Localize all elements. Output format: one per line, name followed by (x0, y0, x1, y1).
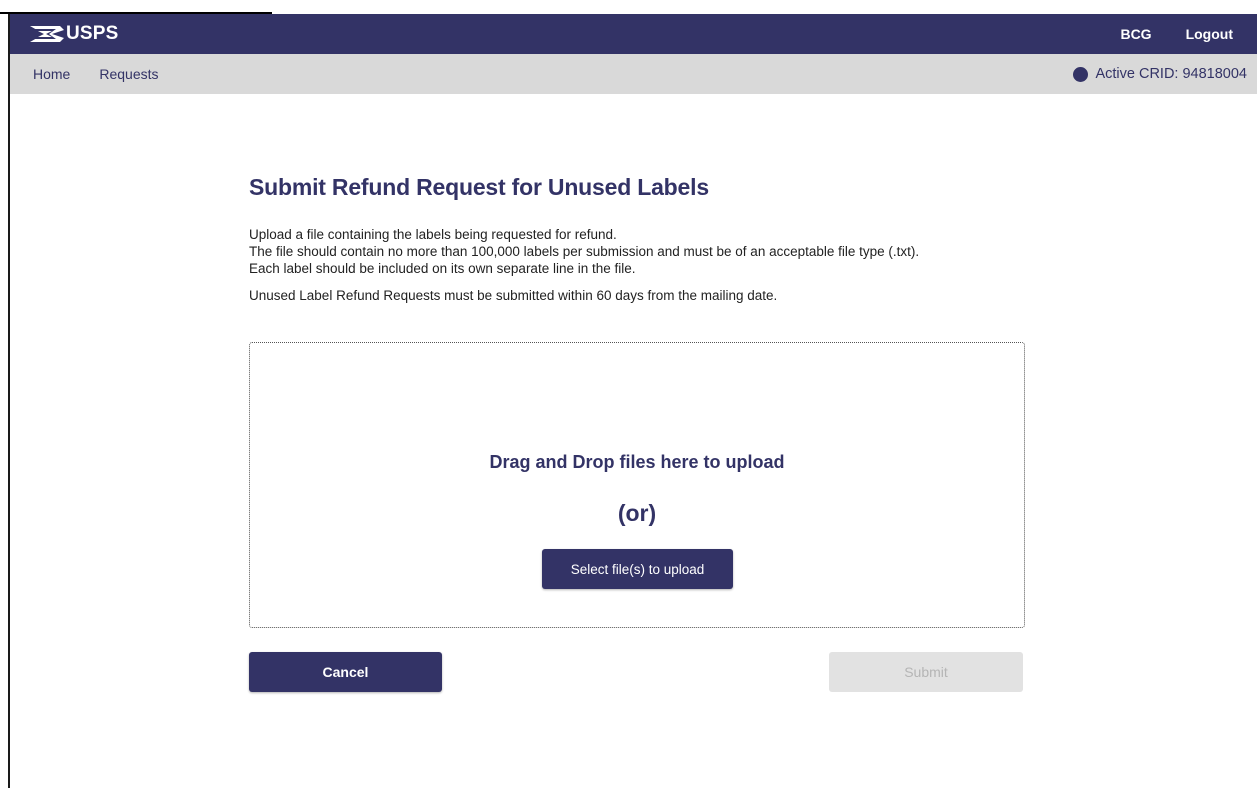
active-crid: Active CRID: 94818004 (1073, 66, 1247, 82)
main-content: Submit Refund Request for Unused Labels … (249, 174, 1029, 692)
instruction-line-1: Upload a file containing the labels bein… (249, 227, 617, 242)
logout-link[interactable]: Logout (1186, 26, 1233, 42)
dropzone-or: (or) (617, 500, 657, 526)
file-dropzone[interactable]: Drag and Drop files here to upload (or) … (249, 342, 1025, 628)
select-files-button[interactable]: Select file(s) to upload (542, 549, 733, 589)
instruction-line-3: Each label should be included on its own… (249, 261, 636, 276)
top-strip (0, 0, 1258, 14)
header-links: BCG Logout (1086, 26, 1233, 42)
submit-button[interactable]: Submit (829, 652, 1023, 692)
account-link[interactable]: BCG (1120, 26, 1151, 42)
instruction-line-2: The file should contain no more than 100… (249, 244, 920, 259)
dropzone-title: Drag and Drop files here to upload (489, 452, 785, 472)
instructions: Upload a file containing the labels bein… (249, 226, 1029, 277)
page-title: Submit Refund Request for Unused Labels (249, 174, 709, 200)
eagle-logo-icon (30, 26, 64, 42)
cancel-button[interactable]: Cancel (249, 652, 442, 692)
crid-label: Active CRID: 94818004 (1095, 66, 1247, 82)
top-navbar: USPS BCG Logout (10, 14, 1257, 54)
app-frame: USPS BCG Logout Home Requests Active CRI… (8, 14, 1257, 788)
top-strip-box (0, 0, 272, 14)
info-icon[interactable] (1073, 66, 1089, 82)
sub-navbar: Home Requests Active CRID: 94818004 (10, 54, 1257, 94)
usps-logo[interactable]: USPS (30, 23, 119, 45)
nav-requests[interactable]: Requests (99, 66, 158, 82)
deadline-notice: Unused Label Refund Requests must be sub… (249, 288, 778, 303)
nav-home[interactable]: Home (33, 66, 70, 82)
brand-name: USPS (66, 23, 119, 44)
